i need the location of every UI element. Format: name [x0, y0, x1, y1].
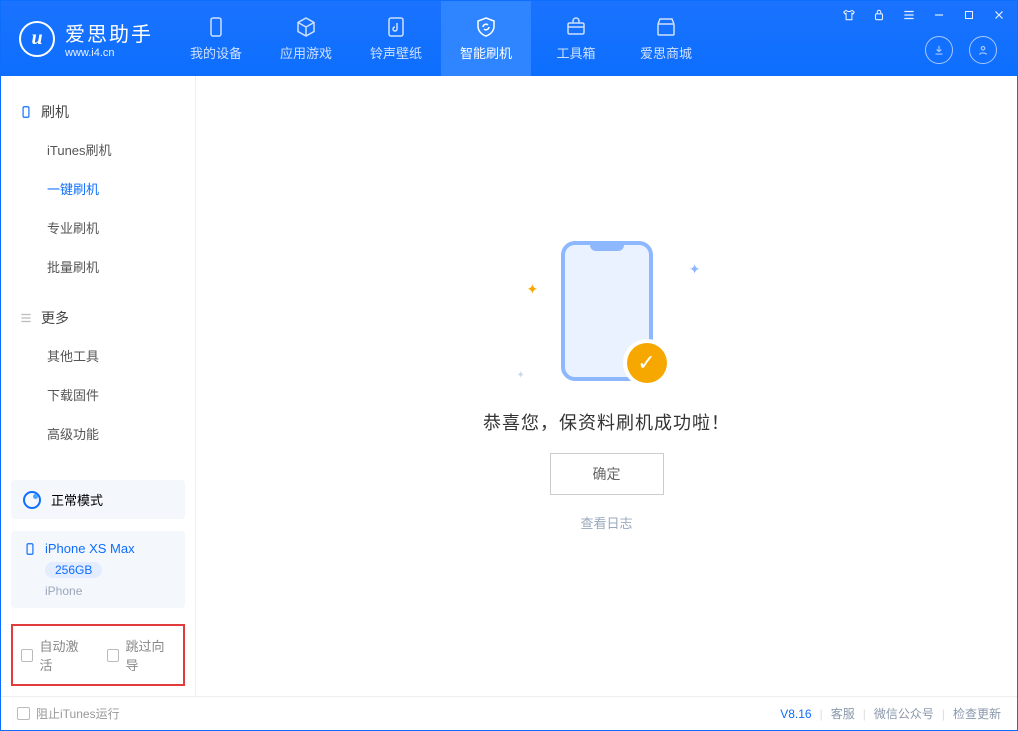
download-icon[interactable] — [925, 36, 953, 64]
check-badge-icon: ✓ — [627, 343, 667, 383]
nav-label: 应用游戏 — [280, 43, 332, 62]
device-storage-badge: 256GB — [45, 562, 102, 578]
menu-icon[interactable] — [901, 7, 917, 23]
nav-label: 智能刷机 — [460, 43, 512, 62]
nav-ringtone-wallpaper[interactable]: 铃声壁纸 — [351, 1, 441, 76]
body: 刷机 iTunes刷机 一键刷机 专业刷机 批量刷机 更多 其他工具 下载固件 … — [1, 76, 1017, 696]
logo-text: 爱思助手 www.i4.cn — [65, 18, 153, 59]
window-controls — [841, 7, 1007, 23]
phone-icon — [19, 105, 33, 119]
checkbox-label: 自动激活 — [39, 636, 89, 674]
success-message: 恭喜您，保资料刷机成功啦！ — [483, 409, 730, 435]
checkbox-auto-activate[interactable]: 自动激活 — [21, 636, 89, 674]
view-log-link[interactable]: 查看日志 — [580, 513, 632, 532]
sidebar-item-download-firmware[interactable]: 下载固件 — [1, 375, 195, 414]
footer: 阻止iTunes运行 V8.16 | 客服 | 微信公众号 | 检查更新 — [1, 696, 1017, 730]
sparkle-icon: ✦ — [517, 370, 525, 381]
main-content: ✦ ✦ ✦ ✓ 恭喜您，保资料刷机成功啦！ 确定 查看日志 — [196, 76, 1017, 696]
sidebar-item-pro-flash[interactable]: 专业刷机 — [1, 208, 195, 247]
mode-label: 正常模式 — [51, 490, 103, 509]
sparkle-icon: ✦ — [689, 261, 701, 278]
sparkle-icon: ✦ — [527, 281, 539, 298]
checkbox-block-itunes[interactable]: 阻止iTunes运行 — [17, 705, 120, 722]
titlebar: u 爱思助手 www.i4.cn 我的设备 应用游戏 铃声壁纸 智能刷机 — [1, 1, 1017, 76]
app-name-cn: 爱思助手 — [65, 18, 153, 47]
list-icon — [19, 311, 33, 325]
user-icon[interactable] — [969, 36, 997, 64]
nav-my-device[interactable]: 我的设备 — [171, 1, 261, 76]
sidebar-group-flash: 刷机 — [1, 94, 195, 130]
highlighted-checkbox-row: 自动激活 跳过向导 — [11, 624, 185, 686]
footer-link-update[interactable]: 检查更新 — [953, 705, 1001, 722]
logo-block: u 爱思助手 www.i4.cn — [1, 1, 171, 76]
success-illustration: ✦ ✦ ✦ ✓ — [507, 241, 707, 391]
minimize-button[interactable] — [931, 7, 947, 23]
footer-link-wechat[interactable]: 微信公众号 — [874, 705, 934, 722]
device-icon — [204, 15, 228, 39]
footer-link-support[interactable]: 客服 — [831, 705, 855, 722]
version-label: V8.16 — [780, 707, 811, 721]
sidebar-item-itunes-flash[interactable]: iTunes刷机 — [1, 130, 195, 169]
sidebar-item-batch-flash[interactable]: 批量刷机 — [1, 247, 195, 286]
sidebar-item-advanced[interactable]: 高级功能 — [1, 414, 195, 453]
app-window: u 爱思助手 www.i4.cn 我的设备 应用游戏 铃声壁纸 智能刷机 — [0, 0, 1018, 731]
nav-label: 铃声壁纸 — [370, 43, 422, 62]
phone-icon — [23, 542, 37, 556]
cube-icon — [294, 15, 318, 39]
checkbox-skip-guide[interactable]: 跳过向导 — [107, 636, 175, 674]
device-card[interactable]: iPhone XS Max 256GB iPhone — [11, 531, 185, 608]
nav-label: 工具箱 — [556, 43, 595, 62]
sidebar-group-more: 更多 — [1, 300, 195, 336]
nav-label: 爱思商城 — [640, 43, 692, 62]
nav-apps-games[interactable]: 应用游戏 — [261, 1, 351, 76]
lock-icon[interactable] — [871, 7, 887, 23]
toolbox-icon — [564, 15, 588, 39]
store-icon — [654, 15, 678, 39]
close-button[interactable] — [991, 7, 1007, 23]
checkbox-label: 阻止iTunes运行 — [36, 705, 120, 722]
device-name: iPhone XS Max — [45, 541, 135, 556]
sidebar-item-other-tools[interactable]: 其他工具 — [1, 336, 195, 375]
checkbox-icon — [21, 649, 33, 662]
checkbox-label: 跳过向导 — [125, 636, 175, 674]
group-title: 刷机 — [41, 102, 69, 122]
music-file-icon — [384, 15, 408, 39]
sidebar-item-oneclick-flash[interactable]: 一键刷机 — [1, 169, 195, 208]
mode-icon — [23, 491, 41, 509]
maximize-button[interactable] — [961, 7, 977, 23]
nav-toolbox[interactable]: 工具箱 — [531, 1, 621, 76]
group-title: 更多 — [41, 308, 69, 328]
logo-icon: u — [19, 21, 55, 57]
checkbox-icon — [17, 707, 30, 720]
nav-label: 我的设备 — [190, 43, 242, 62]
sidebar: 刷机 iTunes刷机 一键刷机 专业刷机 批量刷机 更多 其他工具 下载固件 … — [1, 76, 196, 696]
mode-card[interactable]: 正常模式 — [11, 480, 185, 519]
nav-smart-flash[interactable]: 智能刷机 — [441, 1, 531, 76]
titlebar-right-icons — [925, 36, 997, 64]
nav-store[interactable]: 爱思商城 — [621, 1, 711, 76]
confirm-button[interactable]: 确定 — [550, 453, 664, 495]
device-type: iPhone — [23, 584, 82, 598]
checkbox-icon — [107, 649, 119, 662]
shield-refresh-icon — [474, 15, 498, 39]
app-name-en: www.i4.cn — [65, 47, 153, 59]
tshirt-icon[interactable] — [841, 7, 857, 23]
